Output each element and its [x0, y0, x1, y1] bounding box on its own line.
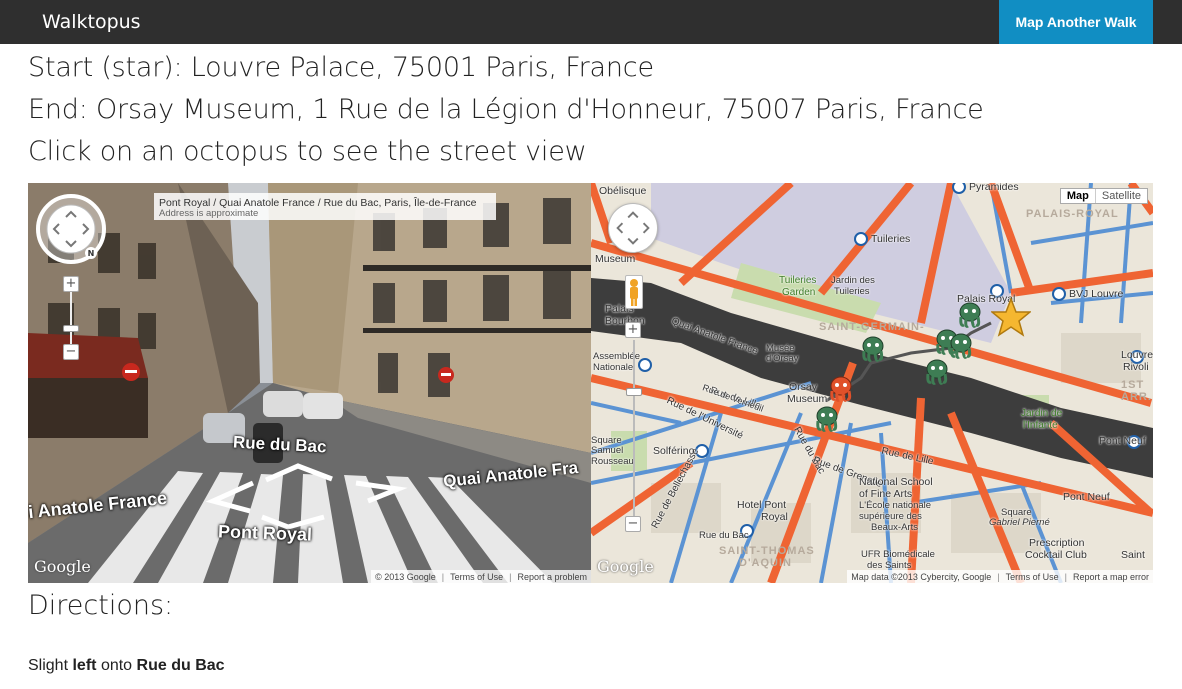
street-view-terms-link[interactable]: Terms of Use — [450, 572, 503, 582]
map-footer: Map data ©2013 Cybercity, Google | Terms … — [847, 570, 1153, 583]
street-view-compass-icon[interactable]: N — [35, 193, 107, 265]
map-google-logo[interactable]: Google — [597, 557, 654, 576]
map-label-arrondissement-2: ARR. — [1121, 391, 1152, 403]
map-label-palais-royal-district: PALAIS-ROYAL — [1026, 208, 1119, 220]
map-type-control: Map Satellite — [1059, 188, 1148, 204]
map-label-orsay-museum-2: Museum — [787, 393, 828, 405]
end-octopus-marker-icon[interactable] — [827, 375, 855, 403]
map-zoom-slider[interactable] — [626, 388, 642, 396]
google-logo[interactable]: Google — [34, 557, 91, 576]
octopus-marker-icon[interactable] — [956, 301, 984, 329]
map-report-error-link[interactable]: Report a map error — [1073, 572, 1149, 582]
map-label-hotel-pont-royal-2: Royal — [761, 511, 788, 523]
map-zoom-out-button[interactable]: − — [625, 516, 641, 532]
street-view-report-link[interactable]: Report a problem — [517, 572, 587, 582]
map-type-satellite-button[interactable]: Satellite — [1094, 189, 1147, 203]
map-zoom-in-button[interactable]: + — [625, 322, 641, 338]
map-label-jardin-infante-2: l'Infante — [1023, 420, 1058, 431]
top-navbar: Walktopus Map Another Walk — [0, 0, 1182, 44]
direction-step-pre: Slight — [28, 657, 69, 674]
map-label-national-school: National School — [859, 476, 933, 488]
map-label-jardin-tuileries-2: Tuileries — [834, 286, 870, 297]
map-label-square-gabriel-2: Gabriel Pierné — [989, 517, 1050, 528]
map-label-square-samuel-3: Rousseau — [591, 456, 634, 467]
map-data-copyright: Map data ©2013 Cybercity, Google — [851, 571, 992, 582]
svg-text:N: N — [88, 249, 95, 258]
map-label-saint-thomas: SAINT-THOMAS — [719, 545, 815, 557]
octopus-marker-icon[interactable] — [947, 332, 975, 360]
street-view-copyright: © 2013 Google — [375, 571, 436, 582]
map-label-saint-thomas-2: D'AQUIN — [739, 557, 793, 569]
street-view-zoom-out-button[interactable]: − — [63, 344, 79, 360]
map-label-national-school-4: supérieure des — [859, 511, 922, 522]
map-label-saint-germain: SAINT-GERMAIN- — [819, 321, 925, 333]
map-type-map-button[interactable]: Map — [1061, 189, 1095, 203]
map-label-jardin-infante: Jardin de — [1021, 408, 1063, 419]
start-star-marker-icon[interactable] — [991, 297, 1031, 337]
map-label-national-school-2: of Fine Arts — [859, 488, 913, 500]
directions-heading: Directions: — [28, 590, 174, 621]
map-label-national-school-5: Beaux-Arts — [871, 522, 918, 533]
street-view-panel[interactable]: Pont Royal / Quai Anatole France / Rue d… — [28, 183, 591, 583]
street-view-zoom-handle[interactable] — [63, 325, 79, 332]
map-label-tuileries-garden-2: Garden — [782, 287, 816, 298]
direction-step-turn: left — [72, 657, 97, 674]
pegman-icon[interactable] — [625, 275, 643, 309]
street-view-zoom-track — [70, 292, 72, 344]
map-label-pont-neuf: Pont Neuf — [1099, 435, 1146, 447]
address-approximate-note: Address is approximate — [159, 208, 259, 219]
map-label-square-samuel-2: Samuel — [591, 445, 624, 456]
map-label-louvre-rivoli: Louvre — [1121, 349, 1153, 361]
map-label-national-school-3: L'École nationale — [859, 500, 932, 511]
map-label-hotel-pont-royal: Hotel Pont — [737, 499, 787, 511]
map-label-bvj-louvre: BVJ Louvre — [1069, 288, 1124, 300]
street-view-footer: © 2013 Google | Terms of Use | Report a pr… — [371, 570, 591, 583]
map-label-tuileries-metro: Tuileries — [871, 233, 911, 245]
octopus-marker-icon[interactable] — [813, 405, 841, 433]
map-label-pont-neuf-metro: Pont Neuf — [1063, 491, 1110, 503]
street-view-zoom-in-button[interactable]: + — [63, 276, 79, 292]
map-label-prescription: Prescription — [1029, 537, 1085, 549]
direction-step: Slight left onto Rue du Bac — [28, 657, 225, 675]
brand-logo[interactable]: Walktopus — [42, 11, 141, 33]
octopus-marker-icon[interactable] — [859, 335, 887, 363]
map-label-obelisque: Obélisque — [599, 185, 647, 197]
map-label-pyramides: Pyramides — [969, 183, 1019, 193]
map-zoom-track — [633, 340, 635, 522]
map-terms-link[interactable]: Terms of Use — [1006, 572, 1059, 582]
start-location-heading: Start (star): Louvre Palace, 75001 Paris… — [28, 52, 654, 83]
map-label-assemblee-2: Nationale — [593, 362, 634, 373]
map-label-louvre-rivoli-2: Rivoli — [1123, 361, 1149, 373]
map-label-saint: Saint — [1121, 549, 1145, 561]
map-label-arrondissement: 1ST — [1121, 379, 1145, 391]
street-view-image[interactable] — [28, 183, 591, 583]
map-label-ufr: UFR Biomédicale — [861, 549, 935, 560]
direction-step-mid: onto — [100, 657, 133, 674]
walk-map-panel[interactable]: Map Satellite Obélisque Pyramides PALAIS… — [591, 183, 1153, 583]
map-label-jardin-des-tuileries: Jardin des — [831, 275, 875, 286]
map-label-solferino: Solférino — [653, 445, 695, 457]
map-label-musee-orsay-2: d'Orsay — [766, 353, 799, 364]
map-label-museum: Museum — [595, 253, 636, 265]
direction-step-street: Rue du Bac — [136, 657, 225, 674]
map-label-rue-du-bac-metro: Rue du Bac — [699, 530, 749, 541]
map-pan-control-icon[interactable] — [608, 203, 658, 253]
street-view-address-box: Pont Royal / Quai Anatole France / Rue d… — [154, 193, 496, 220]
instruction-heading: Click on an octopus to see the street vi… — [28, 136, 587, 167]
map-label-orsay-museum: Orsay — [789, 381, 818, 393]
map-another-walk-button[interactable]: Map Another Walk — [999, 0, 1153, 44]
map-label-tuileries-garden: Tuileries — [779, 275, 817, 286]
octopus-marker-icon[interactable] — [923, 358, 951, 386]
street-label-pont-royal: Pont Royal — [217, 521, 313, 545]
end-location-heading: End: Orsay Museum, 1 Rue de la Légion d'… — [28, 94, 984, 125]
map-label-prescription-2: Cocktail Club — [1025, 549, 1087, 561]
